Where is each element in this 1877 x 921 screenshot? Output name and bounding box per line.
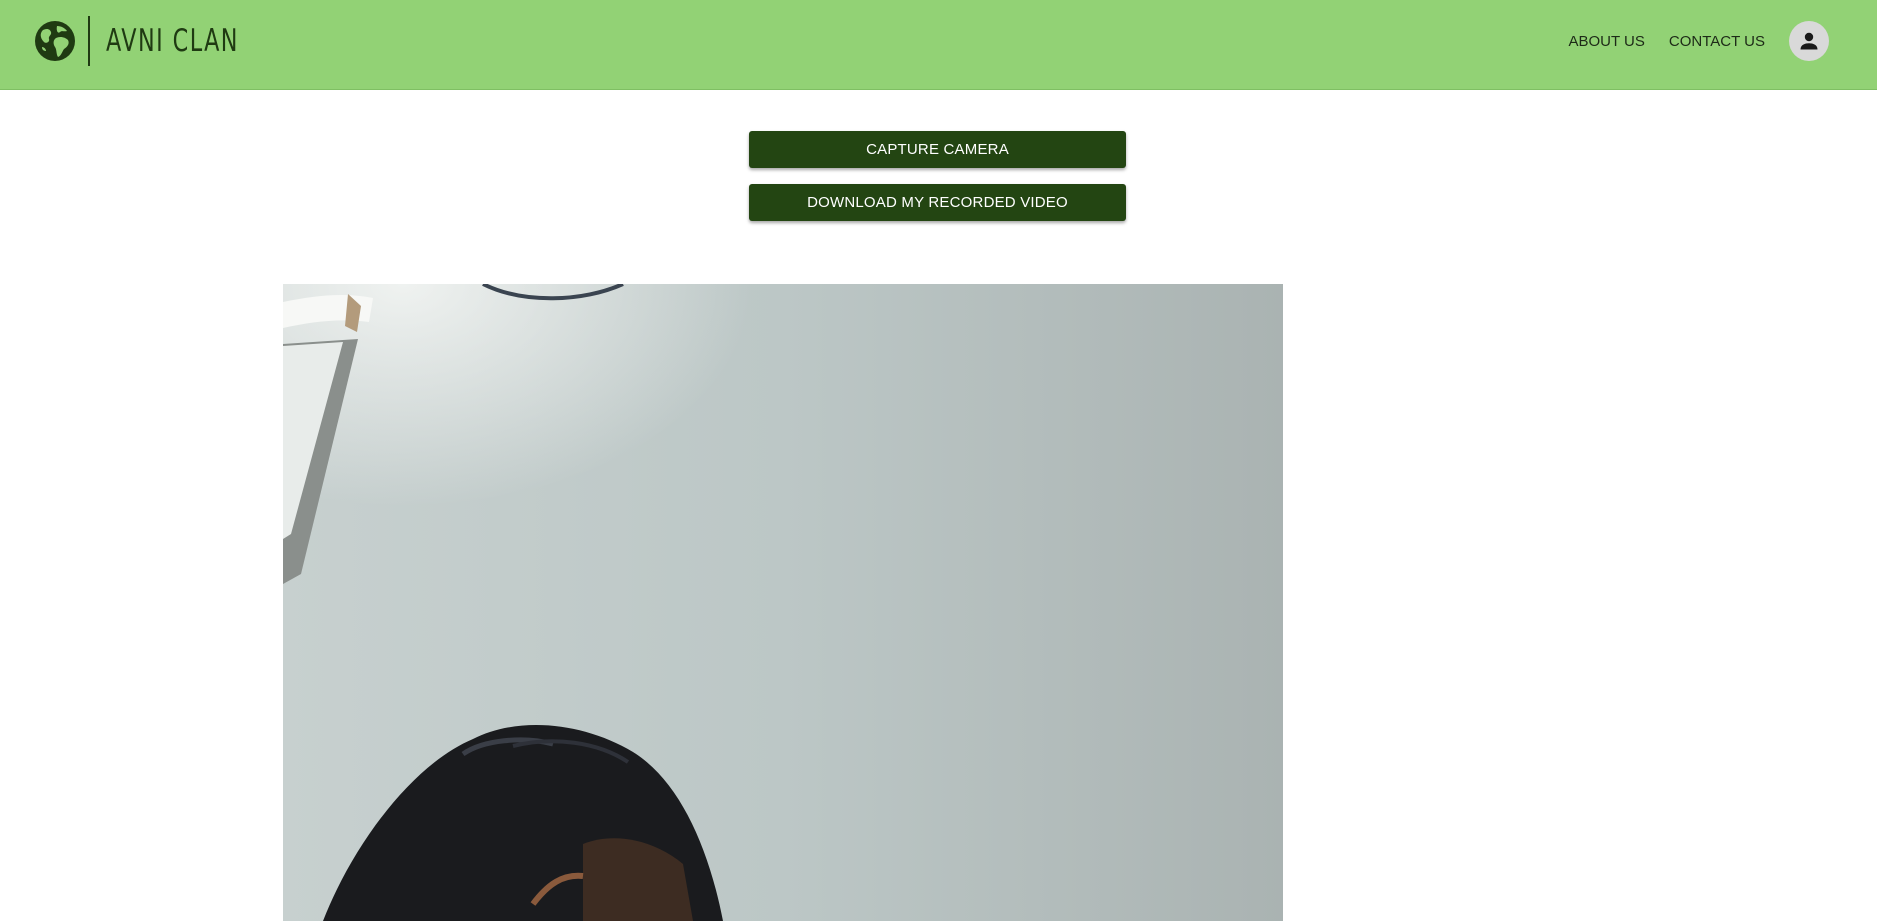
webcam-frame — [283, 284, 1283, 921]
capture-camera-button[interactable]: CAPTURE CAMERA — [749, 131, 1126, 168]
globe-icon — [35, 21, 75, 61]
nav-contact-us[interactable]: CONTACT US — [1669, 33, 1765, 50]
download-video-button[interactable]: DOWNLOAD MY RECORDED VIDEO — [749, 184, 1126, 221]
person-icon — [1800, 32, 1818, 50]
user-avatar-button[interactable] — [1789, 21, 1829, 61]
nav-about-us[interactable]: ABOUT US — [1568, 33, 1644, 50]
brand-name: AVNI CLAN — [106, 23, 239, 59]
action-buttons: CAPTURE CAMERA DOWNLOAD MY RECORDED VIDE… — [749, 131, 1126, 221]
brand-logo[interactable]: AVNI CLAN — [34, 15, 291, 67]
logo-divider — [88, 16, 90, 66]
camera-preview — [283, 284, 1283, 921]
top-navbar: AVNI CLAN ABOUT US CONTACT US — [0, 0, 1877, 90]
main-nav: ABOUT US CONTACT US — [1568, 20, 1829, 62]
